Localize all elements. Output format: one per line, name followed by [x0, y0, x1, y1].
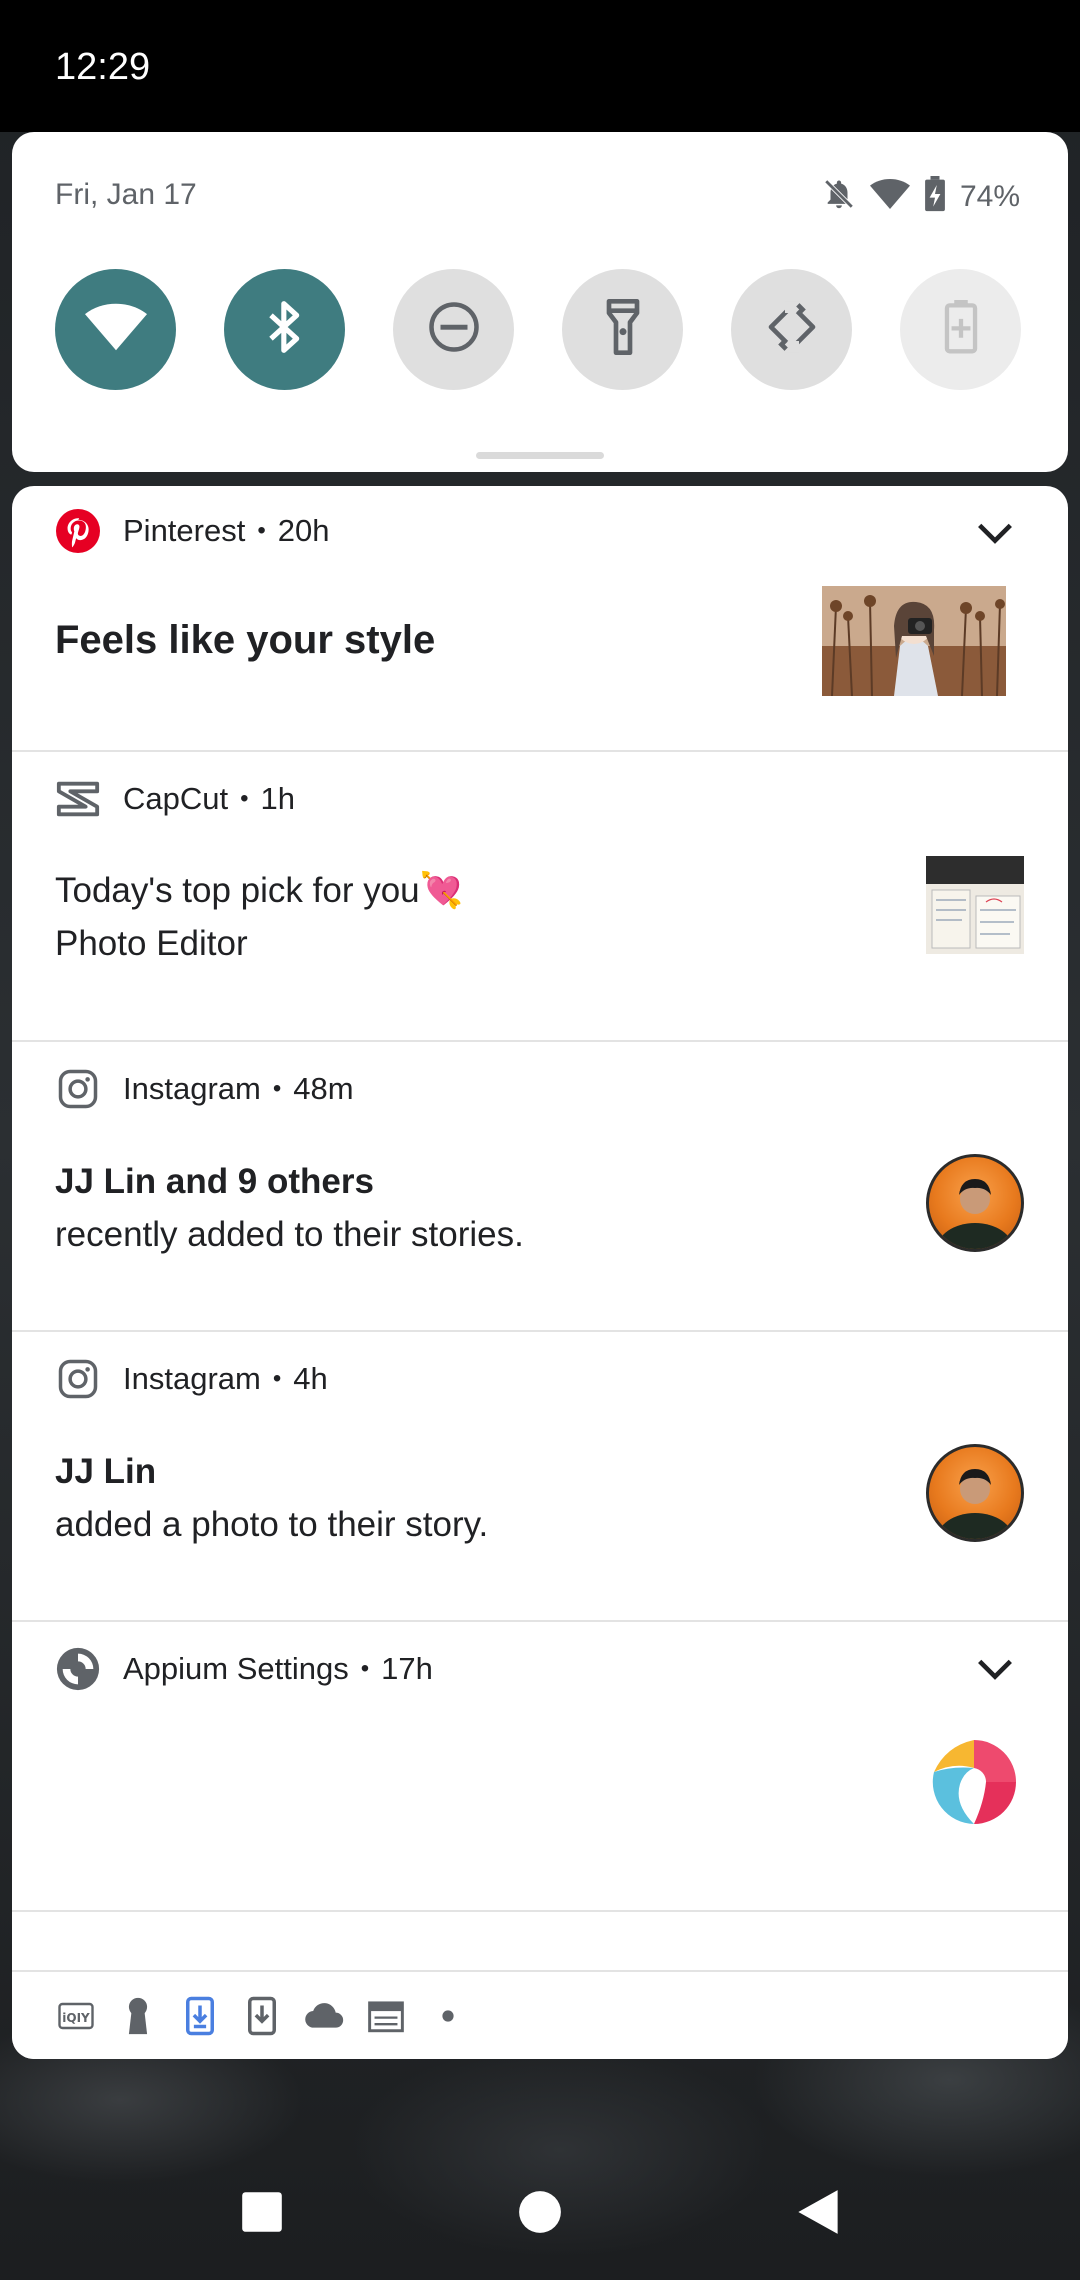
notification-header: CapCut • 1h: [55, 774, 295, 824]
autorotate-icon: [764, 299, 820, 360]
do-not-disturb-icon: [427, 300, 481, 359]
separator-dot: •: [272, 1075, 282, 1102]
autorotate-tile[interactable]: [731, 269, 852, 390]
instagram-icon: [55, 1356, 101, 1402]
notification-time: 17h: [381, 1651, 433, 1686]
status-time: 12:29: [55, 46, 151, 88]
notification-instagram[interactable]: Instagram • 48m JJ Lin and 9 others rece…: [12, 1042, 1068, 1332]
chevron-down-icon[interactable]: [972, 510, 1018, 556]
qs-date[interactable]: Fri, Jan 17: [55, 178, 197, 212]
notification-body: recently added to their stories.: [55, 1215, 524, 1254]
notification-time: 4h: [293, 1361, 328, 1396]
navigation-bar: [0, 2150, 1080, 2280]
appium-icon: [55, 1646, 101, 1692]
svg-text:iQIY: iQIY: [62, 2011, 90, 2025]
keyhole-icon: [118, 1996, 158, 2036]
separator-dot: •: [360, 1655, 370, 1682]
notification-partial[interactable]: [12, 1912, 1068, 1970]
notification-time: 48m: [293, 1071, 354, 1106]
notification-thumbnail: [926, 856, 1024, 954]
battery-saver-icon: [944, 300, 978, 359]
app-name: Instagram: [123, 1361, 261, 1396]
battery-charging-icon: [924, 176, 946, 217]
cloud-icon: [304, 1996, 344, 2036]
iqiyi-icon: iQIY: [56, 1996, 96, 2036]
square-icon: [240, 2190, 284, 2239]
notification-header: Pinterest • 20h: [55, 506, 329, 556]
notification-title: JJ Lin: [55, 1452, 157, 1491]
download-phone-icon: [242, 1996, 282, 2036]
wifi-tile[interactable]: [55, 269, 176, 390]
separator-dot: •: [240, 785, 249, 812]
app-name: Appium Settings: [123, 1651, 349, 1686]
notification-header: Instagram • 48m: [55, 1064, 354, 1114]
bluetooth-icon: [265, 299, 305, 360]
notification-header: Appium Settings • 17h: [55, 1644, 433, 1694]
notification-title: Feels like your style: [55, 618, 436, 662]
notification-title: JJ Lin and 9 others: [55, 1162, 374, 1201]
status-bar: 12:29: [0, 0, 1080, 132]
qs-status-icons: 74%: [822, 176, 1020, 217]
download-icon: [180, 1996, 220, 2036]
notification-thumbnail: [822, 586, 1006, 696]
notification-header: Instagram • 4h: [55, 1354, 328, 1404]
capcut-icon: [55, 776, 101, 822]
bluetooth-tile[interactable]: [224, 269, 345, 390]
notification-capcut[interactable]: CapCut • 1h Today's top pick for you💘 Ph…: [12, 752, 1068, 1042]
notification-body: Photo Editor: [55, 924, 248, 963]
pinterest-icon: [55, 508, 101, 554]
app-name: CapCut: [123, 781, 229, 816]
notification-title: Today's top pick for you💘: [55, 871, 464, 910]
notification-pinterest[interactable]: Pinterest • 20h Feels like your style: [12, 486, 1068, 752]
more-dot-icon: [428, 1996, 468, 2036]
notification-appium-settings[interactable]: Appium Settings • 17h: [12, 1622, 1068, 1912]
notification-time: 1h: [260, 781, 295, 816]
avatar: [926, 1154, 1024, 1252]
flashlight-icon: [603, 299, 643, 360]
app-name: Instagram: [123, 1071, 261, 1106]
calendar-icon: [366, 1996, 406, 2036]
recents-button[interactable]: [230, 2182, 294, 2246]
qs-drag-handle[interactable]: [476, 452, 604, 459]
app-name: Pinterest: [123, 513, 246, 548]
wifi-icon: [84, 302, 147, 357]
notification-body: added a photo to their story.: [55, 1505, 489, 1544]
quick-settings-panel: Fri, Jan 17 74%: [12, 132, 1068, 472]
notification-list: Pinterest • 20h Feels like your style Ca…: [12, 486, 1068, 2059]
battery-saver-tile[interactable]: [900, 269, 1021, 390]
triangle-back-icon: [796, 2188, 840, 2241]
home-button[interactable]: [508, 2182, 572, 2246]
notification-icon-tray[interactable]: iQIY: [12, 1970, 1068, 2059]
instagram-icon: [55, 1066, 101, 1112]
do-not-disturb-tile[interactable]: [393, 269, 514, 390]
circle-icon: [518, 2190, 562, 2239]
tray-icons: iQIY: [56, 1996, 468, 2036]
appium-logo-icon: [924, 1732, 1024, 1832]
chevron-down-icon[interactable]: [972, 1646, 1018, 1692]
flashlight-tile[interactable]: [562, 269, 683, 390]
qs-tiles: [55, 269, 1035, 391]
avatar: [926, 1444, 1024, 1542]
separator-dot: •: [272, 1365, 282, 1392]
notifications-muted-icon: [822, 177, 856, 216]
back-button[interactable]: [786, 2182, 850, 2246]
separator-dot: •: [257, 517, 266, 544]
notification-instagram[interactable]: Instagram • 4h JJ Lin added a photo to t…: [12, 1332, 1068, 1622]
battery-percent: 74%: [959, 179, 1020, 213]
wifi-signal-icon: [869, 177, 910, 216]
notification-time: 20h: [277, 513, 330, 548]
